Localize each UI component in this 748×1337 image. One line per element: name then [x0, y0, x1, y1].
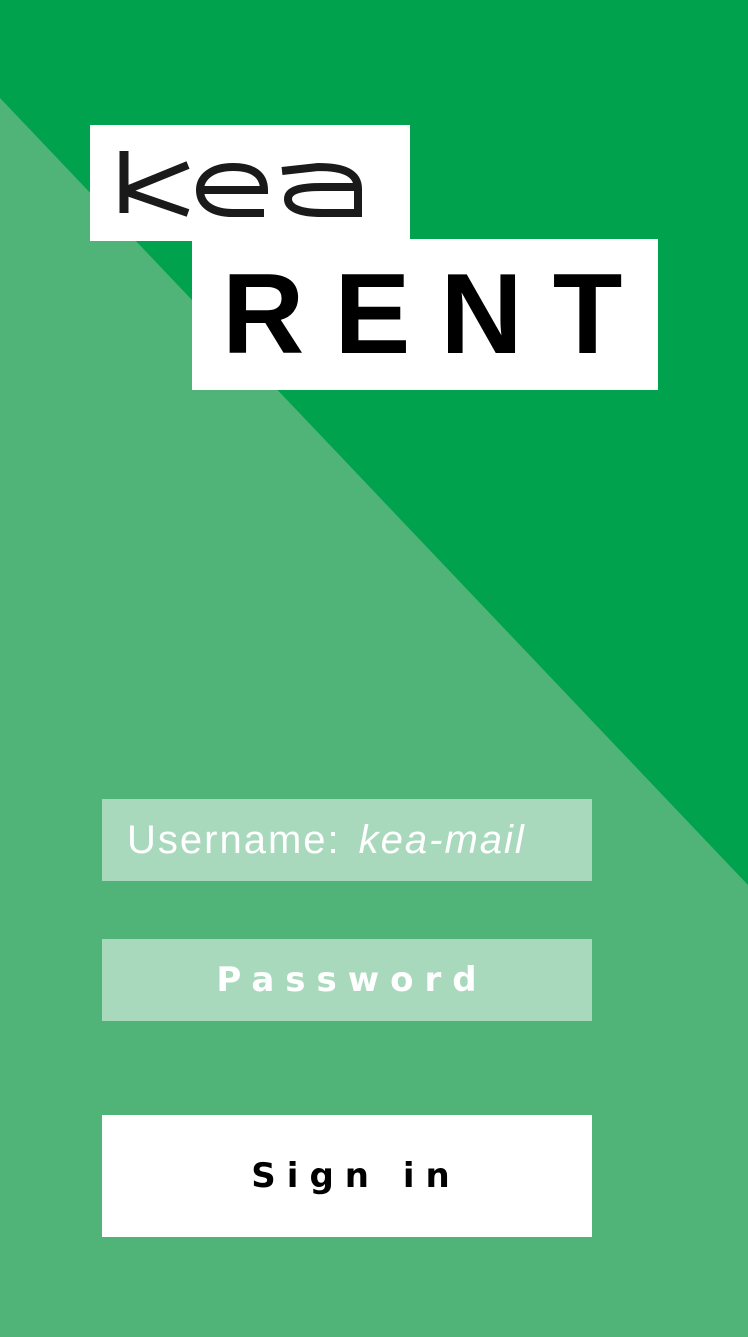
sign-in-label: Sign in	[251, 1156, 461, 1196]
kea-logo	[90, 125, 410, 241]
rent-logo: RENT	[192, 239, 658, 390]
sign-in-button[interactable]: Sign in	[102, 1115, 592, 1237]
password-placeholder: Password	[216, 960, 488, 1000]
kea-logo-wordmark	[119, 151, 362, 217]
login-screen: RENT Username: kea-mail Password Sign in	[0, 0, 748, 1337]
username-hint: kea-mail	[358, 817, 526, 862]
rent-logo-text: RENT	[222, 251, 653, 378]
password-field[interactable]: Password	[102, 939, 592, 1021]
username-label: Username:	[127, 817, 341, 862]
username-field[interactable]: Username: kea-mail	[102, 799, 592, 881]
